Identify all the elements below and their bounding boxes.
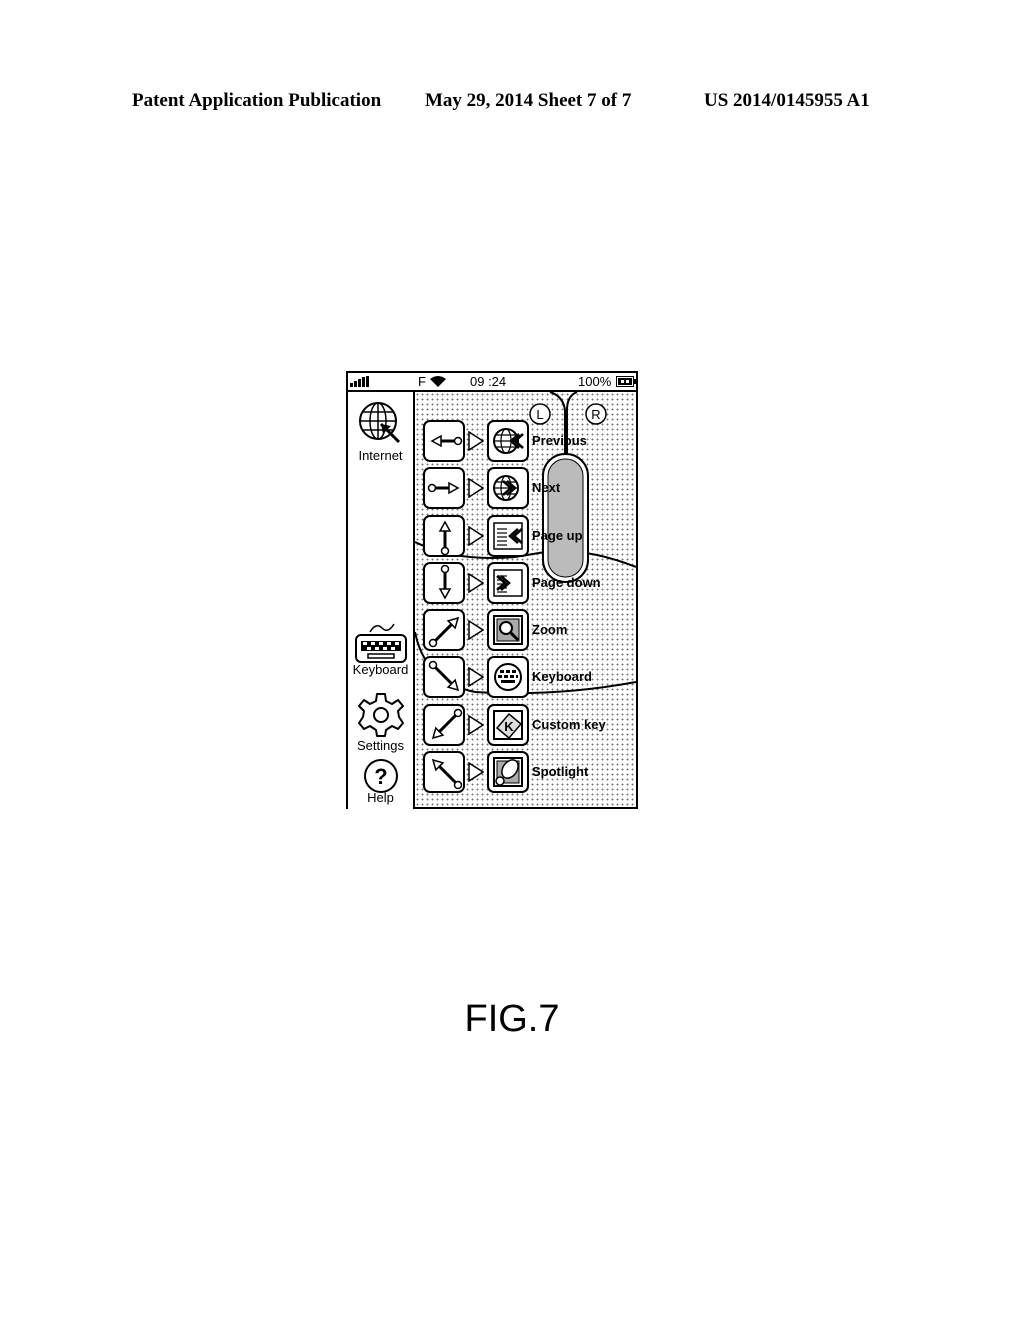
gesture-action-label: Zoom: [532, 622, 568, 637]
swipe-up-gesture-icon[interactable]: [423, 515, 465, 557]
sidebar-item-internet[interactable]: Internet: [348, 400, 413, 463]
gesture-row-swipe-down-left[interactable]: K Custom key: [421, 704, 636, 750]
zoom-icon[interactable]: [487, 609, 529, 651]
keyboard-icon: [354, 623, 407, 663]
globe-forward-icon[interactable]: [487, 467, 529, 509]
figure-label: FIG.7: [464, 998, 560, 1040]
maps-to-arrow-icon: [468, 715, 484, 735]
globe-back-icon[interactable]: [487, 420, 529, 462]
sidebar-label-settings: Settings: [357, 738, 404, 753]
keyboard-icon[interactable]: [487, 656, 529, 698]
battery-icon: [616, 376, 636, 387]
sidebar-item-keyboard[interactable]: Keyboard: [348, 622, 413, 677]
page-up-icon[interactable]: [487, 515, 529, 557]
maps-to-arrow-icon: [468, 478, 484, 498]
svg-text:K: K: [504, 719, 514, 734]
status-bar: F 09 :24 100%: [348, 373, 636, 392]
wifi-icon: [430, 376, 446, 387]
gesture-action-label: Next: [532, 480, 561, 495]
maps-to-arrow-icon: [468, 667, 484, 687]
sidebar: Internet Keyboard Settings ? Help: [348, 392, 415, 809]
page-down-icon[interactable]: [487, 562, 529, 604]
spotlight-icon[interactable]: [487, 751, 529, 793]
maps-to-arrow-icon: [468, 526, 484, 546]
battery-percent: 100%: [578, 374, 612, 389]
swipe-down-left-gesture-icon[interactable]: [423, 704, 465, 746]
gesture-row-swipe-up[interactable]: Page up: [421, 515, 636, 561]
gesture-row-swipe-left[interactable]: Previous: [421, 420, 636, 466]
publication-date-sheet: May 29, 2014 Sheet 7 of 7: [425, 90, 632, 111]
gesture-action-label: Page up: [532, 528, 583, 543]
gesture-action-label: Page down: [532, 575, 601, 590]
swipe-right-gesture-icon[interactable]: [423, 467, 465, 509]
carrier-label: F: [418, 374, 426, 389]
gear-icon: [357, 693, 404, 737]
svg-text:?: ?: [374, 764, 387, 789]
gesture-action-label: Spotlight: [532, 764, 589, 779]
gesture-action-label: Keyboard: [532, 669, 592, 684]
gesture-row-swipe-down[interactable]: Page down: [421, 562, 636, 608]
swipe-left-gesture-icon[interactable]: [423, 420, 465, 462]
sidebar-label-keyboard: Keyboard: [352, 662, 409, 677]
clock: 09 :24: [470, 374, 507, 389]
sidebar-label-internet: Internet: [358, 448, 403, 463]
question-icon: ?: [363, 759, 398, 793]
gesture-row-swipe-down-right[interactable]: Keyboard: [421, 656, 636, 702]
sidebar-item-help[interactable]: ? Help: [348, 758, 413, 805]
gesture-row-swipe-up-right[interactable]: Zoom: [421, 609, 636, 655]
publication-number: US 2014/0145955 A1: [704, 90, 870, 111]
swipe-down-right-gesture-icon[interactable]: [423, 656, 465, 698]
swipe-up-left-gesture-icon[interactable]: [423, 751, 465, 793]
maps-to-arrow-icon: [468, 573, 484, 593]
swipe-up-right-gesture-icon[interactable]: [423, 609, 465, 651]
maps-to-arrow-icon: [468, 762, 484, 782]
globe-cursor-icon: [358, 402, 400, 444]
publication-type: Patent Application Publication: [132, 90, 382, 111]
gesture-action-label: Previous: [532, 433, 587, 448]
gesture-action-label: Custom key: [532, 717, 606, 732]
sidebar-label-help: Help: [367, 790, 394, 805]
maps-to-arrow-icon: [468, 431, 484, 451]
custom-key-icon[interactable]: K: [487, 704, 529, 746]
maps-to-arrow-icon: [468, 620, 484, 640]
gesture-row-swipe-right[interactable]: Next: [421, 467, 636, 513]
signal-bars-icon: [350, 376, 369, 387]
swipe-down-gesture-icon[interactable]: [423, 562, 465, 604]
gesture-row-swipe-up-left[interactable]: Spotlight: [421, 751, 636, 797]
touchpad-area[interactable]: L R Previous Next Page up Page down Zoom…: [415, 392, 636, 807]
sidebar-item-settings[interactable]: Settings: [348, 692, 413, 753]
phone-screen: F 09 :24 100% Internet Keyboard Settings…: [346, 371, 638, 809]
